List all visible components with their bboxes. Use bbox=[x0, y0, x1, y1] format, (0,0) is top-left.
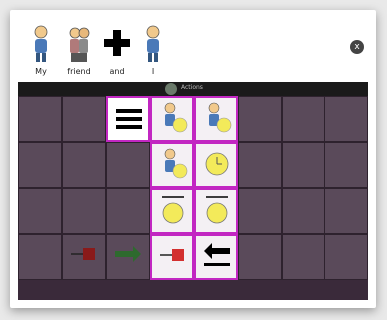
grid-cell[interactable] bbox=[18, 188, 62, 234]
grid-cell[interactable] bbox=[18, 96, 62, 142]
title-bar: Actions bbox=[18, 82, 368, 96]
grid-cell[interactable] bbox=[18, 142, 62, 188]
person-pointing-self-icon bbox=[34, 25, 48, 62]
page-title: Actions bbox=[181, 84, 203, 91]
grid-cell-active[interactable] bbox=[194, 96, 238, 142]
app-screen: My friend and I x Actions bbox=[18, 18, 368, 300]
grid-cell-active[interactable] bbox=[106, 96, 150, 142]
grid-cell[interactable] bbox=[282, 96, 326, 142]
grid-cell[interactable] bbox=[282, 188, 326, 234]
grid-cell[interactable] bbox=[106, 142, 150, 188]
grid-cell-active[interactable] bbox=[194, 142, 238, 188]
message-word-label: and bbox=[109, 67, 125, 76]
grid-cell[interactable] bbox=[324, 234, 368, 280]
grid-cell[interactable] bbox=[282, 142, 326, 188]
message-word-my[interactable]: My bbox=[24, 24, 58, 76]
person-pointing-self-icon bbox=[146, 25, 160, 62]
home-icon[interactable] bbox=[165, 83, 177, 95]
grid-cell[interactable] bbox=[18, 234, 62, 280]
arrow-right-icon bbox=[115, 246, 141, 262]
grid-cell[interactable] bbox=[238, 188, 282, 234]
message-word-label: My bbox=[35, 67, 47, 76]
red-square-icon bbox=[71, 248, 95, 260]
person-action-icon bbox=[164, 148, 188, 179]
grid-cell[interactable] bbox=[238, 234, 282, 280]
message-word-label: friend bbox=[67, 67, 91, 76]
person-action-icon bbox=[208, 102, 232, 133]
grid-cell-active[interactable] bbox=[150, 188, 194, 234]
clock-icon bbox=[205, 152, 229, 176]
grid-cell[interactable] bbox=[106, 234, 150, 280]
grid-cell[interactable] bbox=[282, 234, 326, 280]
grid-cell[interactable] bbox=[238, 142, 282, 188]
message-word-i[interactable]: I bbox=[136, 24, 170, 76]
clock-arrow-icon bbox=[206, 196, 228, 224]
plus-cross-icon bbox=[104, 30, 130, 56]
arrow-left-icon bbox=[204, 243, 230, 266]
grid-cell-active[interactable] bbox=[194, 234, 238, 280]
message-bar[interactable]: My friend and I x bbox=[18, 18, 368, 80]
device-frame: My friend and I x Actions bbox=[10, 10, 376, 308]
equals-lines-icon bbox=[116, 109, 142, 129]
symbol-grid bbox=[18, 96, 368, 300]
message-word-and[interactable]: and bbox=[100, 24, 134, 76]
grid-cell[interactable] bbox=[62, 234, 106, 280]
grid-cell[interactable] bbox=[238, 96, 282, 142]
red-square-icon bbox=[160, 249, 184, 261]
grid-cell-active[interactable] bbox=[150, 96, 194, 142]
person-action-icon bbox=[164, 102, 188, 133]
grid-cell[interactable] bbox=[62, 188, 106, 234]
grid-cell-active[interactable] bbox=[194, 188, 238, 234]
message-word-friend[interactable]: friend bbox=[62, 24, 96, 76]
grid-cell[interactable] bbox=[324, 96, 368, 142]
two-people-icon bbox=[69, 27, 90, 62]
clock-arrow-icon bbox=[162, 196, 184, 224]
grid-cell[interactable] bbox=[106, 188, 150, 234]
grid-cell-active[interactable] bbox=[150, 234, 194, 280]
grid-cell[interactable] bbox=[62, 96, 106, 142]
message-word-label: I bbox=[151, 67, 155, 76]
clear-message-icon[interactable]: x bbox=[350, 40, 364, 54]
grid-cell[interactable] bbox=[62, 142, 106, 188]
grid-cell[interactable] bbox=[324, 188, 368, 234]
grid-cell[interactable] bbox=[324, 142, 368, 188]
grid-cell-active[interactable] bbox=[150, 142, 194, 188]
